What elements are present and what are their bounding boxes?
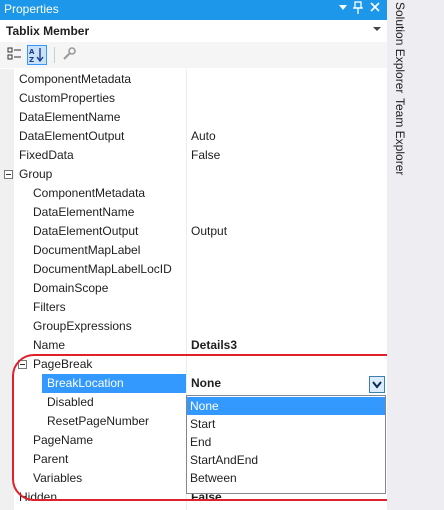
property-row-name[interactable]: Name Details3 bbox=[0, 336, 387, 355]
property-label: ComponentMetadata bbox=[33, 186, 146, 200]
property-value[interactable]: False bbox=[191, 148, 220, 162]
property-label: GroupExpressions bbox=[33, 319, 132, 333]
property-row-component-metadata[interactable]: ComponentMetadata bbox=[0, 70, 387, 89]
selected-object-name: Tablix Member bbox=[6, 24, 90, 38]
property-value[interactable]: Auto bbox=[191, 129, 216, 143]
object-selector[interactable]: Tablix Member bbox=[0, 20, 387, 43]
svg-text:A: A bbox=[29, 48, 35, 56]
property-row-fixed-data[interactable]: FixedData False bbox=[0, 146, 387, 165]
collapse-icon[interactable] bbox=[4, 170, 13, 179]
annotation-outline bbox=[12, 354, 408, 501]
window-position-dropdown-icon[interactable] bbox=[338, 1, 348, 15]
categorized-icon[interactable] bbox=[6, 45, 24, 63]
tab-solution-explorer[interactable]: Solution Explorer bbox=[393, 2, 407, 93]
property-row-filters[interactable]: Filters bbox=[0, 298, 387, 317]
alphabetical-icon[interactable]: A Z bbox=[27, 45, 47, 65]
property-label: Group bbox=[19, 167, 53, 181]
property-pages-icon[interactable] bbox=[60, 45, 78, 63]
property-label: CustomProperties bbox=[19, 91, 116, 105]
properties-toolbar: A Z bbox=[0, 42, 387, 68]
side-tab-strip: Solution Explorer Team Explorer bbox=[387, 0, 444, 510]
property-label: DataElementName bbox=[19, 110, 121, 124]
property-row-domain-scope[interactable]: DomainScope bbox=[0, 279, 387, 298]
property-label: FixedData bbox=[19, 148, 74, 162]
property-row-group[interactable]: Group bbox=[0, 165, 387, 184]
property-row-custom-properties[interactable]: CustomProperties bbox=[0, 89, 387, 108]
property-label: Filters bbox=[33, 300, 66, 314]
property-label: ComponentMetadata bbox=[19, 72, 132, 86]
property-row-document-map-label[interactable]: DocumentMapLabel bbox=[0, 241, 387, 260]
property-row-document-map-label-loc-id[interactable]: DocumentMapLabelLocID bbox=[0, 260, 387, 279]
property-label: DataElementOutput bbox=[33, 224, 139, 238]
property-value[interactable]: Output bbox=[191, 224, 227, 238]
window-title: Properties bbox=[4, 2, 59, 16]
property-row-group-expressions[interactable]: GroupExpressions bbox=[0, 317, 387, 336]
properties-title-bar: Properties bbox=[0, 0, 387, 20]
property-label: DocumentMapLabelLocID bbox=[33, 262, 172, 276]
property-label: DocumentMapLabel bbox=[33, 243, 141, 257]
svg-text:Z: Z bbox=[29, 56, 34, 64]
property-value[interactable]: Details3 bbox=[191, 338, 237, 352]
property-row-group-data-element-name[interactable]: DataElementName bbox=[0, 203, 387, 222]
tab-team-explorer[interactable]: Team Explorer bbox=[393, 98, 407, 175]
close-icon[interactable] bbox=[369, 1, 381, 16]
toolbar-separator bbox=[54, 47, 55, 63]
property-label: DataElementName bbox=[33, 205, 135, 219]
property-row-group-component-metadata[interactable]: ComponentMetadata bbox=[0, 184, 387, 203]
property-row-group-data-element-output[interactable]: DataElementOutput Output bbox=[0, 222, 387, 241]
pin-icon[interactable] bbox=[352, 1, 364, 18]
property-label: DomainScope bbox=[33, 281, 109, 295]
property-label: Name bbox=[33, 338, 66, 352]
property-label: DataElementOutput bbox=[19, 129, 125, 143]
chevron-down-icon[interactable] bbox=[373, 25, 381, 34]
property-row-data-element-output[interactable]: DataElementOutput Auto bbox=[0, 127, 387, 146]
property-row-data-element-name[interactable]: DataElementName bbox=[0, 108, 387, 127]
